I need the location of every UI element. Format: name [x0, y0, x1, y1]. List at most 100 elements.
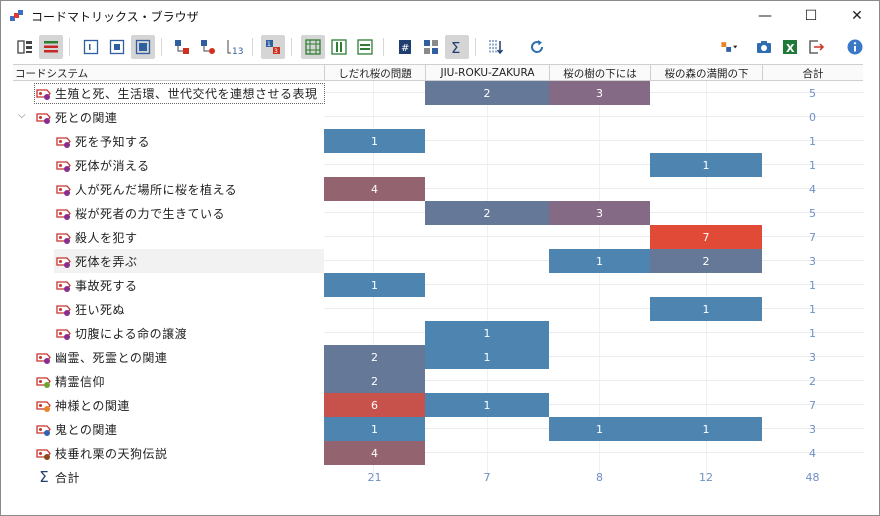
close-button[interactable]: ✕ — [834, 1, 880, 31]
code-label[interactable]: 生殖と死、生活環、世代交代を連想させる表現 — [36, 81, 318, 105]
column-header-4[interactable]: 桜の森の満開の下 — [650, 65, 762, 81]
bars-icon[interactable] — [13, 35, 37, 59]
matrix-header: コードシステム しだれ桜の問題 JIU-ROKU-ZAKURA 桜の樹の下には … — [13, 64, 863, 81]
frame-large-icon[interactable] — [131, 35, 155, 59]
code-label[interactable]: 切腹による命の譲渡 — [56, 321, 187, 345]
code-label[interactable]: 殺人を犯す — [56, 225, 138, 249]
code-tag-icon — [36, 111, 52, 124]
matrix-row[interactable]: 事故死する 1 1 — [1, 273, 879, 297]
code-label[interactable]: 死との関連 — [36, 105, 117, 129]
matrix-cell[interactable]: 1 — [324, 129, 425, 153]
matrix-cell[interactable]: 1 — [425, 321, 549, 345]
code-label[interactable]: 死体を弄ぶ — [56, 249, 138, 273]
hash-icon[interactable]: # — [393, 35, 417, 59]
frame-small-icon[interactable] — [79, 35, 103, 59]
matrix-cell[interactable]: 3 — [549, 81, 650, 105]
code-name: 鬼との関連 — [55, 422, 118, 437]
matrix-row[interactable]: 狂い死ぬ 1 1 — [1, 297, 879, 321]
minimize-button[interactable]: — — [742, 1, 788, 31]
numbered-grid-icon[interactable]: 13 — [261, 35, 285, 59]
matrix-cell[interactable]: 2 — [425, 81, 549, 105]
matrix-row[interactable]: ⌵ 死との関連 0 — [1, 105, 879, 129]
code-tag-icon — [56, 279, 72, 292]
code-label[interactable]: 事故死する — [56, 273, 138, 297]
camera-icon[interactable] — [752, 35, 776, 59]
columns-icon[interactable] — [327, 35, 351, 59]
toolbar-separator — [291, 38, 292, 56]
code-label[interactable]: 鬼との関連 — [36, 417, 117, 441]
matrix-cell[interactable]: 1 — [650, 297, 762, 321]
code-name: 死体が消える — [75, 158, 150, 173]
matrix-cell[interactable]: 1 — [324, 417, 425, 441]
frame-medium-icon[interactable] — [105, 35, 129, 59]
matrix-cell[interactable]: 2 — [324, 345, 425, 369]
matrix-row[interactable]: 幽霊、死霊との関連 2 1 3 — [1, 345, 879, 369]
maximize-button[interactable]: ☐ — [788, 1, 834, 31]
code-label[interactable]: 神様との関連 — [36, 393, 130, 417]
matrix-cell[interactable]: 7 — [650, 225, 762, 249]
matrix-cell[interactable]: 4 — [324, 177, 425, 201]
toolbar-separator — [475, 38, 476, 56]
code-name: 精霊信仰 — [55, 374, 106, 389]
column-total: 21 — [367, 470, 382, 484]
code-label[interactable]: 精霊信仰 — [36, 369, 105, 393]
matrix-row[interactable]: 鬼との関連 1 1 1 3 — [1, 417, 879, 441]
code-label[interactable]: 枝垂れ栗の天狗伝説 — [36, 441, 168, 465]
code-name: 事故死する — [75, 278, 138, 293]
info-icon[interactable] — [843, 35, 867, 59]
matrix-cell[interactable]: 1 — [425, 345, 549, 369]
code-system-header[interactable]: コードシステム — [13, 65, 324, 81]
matrix-cell[interactable]: 1 — [425, 393, 549, 417]
rows-icon[interactable] — [353, 35, 377, 59]
code-matrix-browser-window: コードマトリックス・ブラウザ — ☐ ✕ 13 13 # Σ X コードシステム… — [0, 0, 880, 516]
export-icon[interactable] — [804, 35, 828, 59]
matrix-cell[interactable]: 4 — [324, 441, 425, 465]
matrix-cell[interactable]: 2 — [425, 201, 549, 225]
counter-icon[interactable] — [419, 35, 443, 59]
code-tag-icon — [56, 327, 72, 340]
sort-down-icon[interactable] — [484, 35, 508, 59]
matrix-row[interactable]: 死を予知する 1 1 — [1, 129, 879, 153]
code-tag-icon — [56, 231, 72, 244]
matrix-row[interactable]: 枝垂れ栗の天狗伝説 4 4 — [1, 441, 879, 465]
column-header-total[interactable]: 合計 — [762, 65, 863, 81]
code-label[interactable]: 狂い死ぬ — [56, 297, 125, 321]
column-header-1[interactable]: しだれ桜の問題 — [324, 65, 425, 81]
matrix-cell[interactable]: 3 — [549, 201, 650, 225]
matrix-cell[interactable]: 2 — [324, 369, 425, 393]
matrix-cell[interactable]: 1 — [650, 417, 762, 441]
settings-dropdown-icon[interactable] — [713, 35, 745, 59]
matrix-cell[interactable]: 2 — [650, 249, 762, 273]
matrix-row[interactable]: 死体が消える 1 1 — [1, 153, 879, 177]
column-header-2[interactable]: JIU-ROKU-ZAKURA — [425, 65, 549, 81]
matrix-row[interactable]: 神様との関連 6 1 7 — [1, 393, 879, 417]
matrix-cell[interactable]: 1 — [650, 153, 762, 177]
sigma-icon[interactable]: Σ — [445, 35, 469, 59]
tree-nodes-icon[interactable] — [170, 35, 194, 59]
collapse-chevron-icon[interactable]: ⌵ — [18, 110, 30, 122]
node-branch-icon[interactable] — [196, 35, 220, 59]
list-stripes-icon[interactable] — [39, 35, 63, 59]
code-name: 切腹による命の譲渡 — [75, 326, 188, 341]
code-label[interactable]: 死を予知する — [56, 129, 150, 153]
code-label[interactable]: 幽霊、死霊との関連 — [36, 345, 167, 369]
column-header-3[interactable]: 桜の樹の下には — [549, 65, 650, 81]
matrix-row[interactable]: 殺人を犯す 7 7 — [1, 225, 879, 249]
matrix-cell[interactable]: 1 — [549, 249, 650, 273]
code-label[interactable]: 桜が死者の力で生きている — [56, 201, 225, 225]
matrix-cell[interactable]: 1 — [324, 273, 425, 297]
matrix-row[interactable]: 切腹による命の譲渡 1 1 — [1, 321, 879, 345]
matrix-cell[interactable]: 6 — [324, 393, 425, 417]
refresh-icon[interactable] — [525, 35, 549, 59]
matrix-cell[interactable]: 1 — [549, 417, 650, 441]
matrix-row[interactable]: 人が死んだ場所に桜を植える 4 4 — [1, 177, 879, 201]
excel-icon[interactable]: X — [778, 35, 802, 59]
matrix-row[interactable]: 死体を弄ぶ 1 2 3 — [1, 249, 879, 273]
code-label[interactable]: 死体が消える — [56, 153, 150, 177]
matrix-row[interactable]: 精霊信仰 2 2 — [1, 369, 879, 393]
numbered-sort-icon[interactable]: 13 — [222, 35, 246, 59]
matrix-row[interactable]: 桜が死者の力で生きている 2 3 5 — [1, 201, 879, 225]
code-label[interactable]: 人が死んだ場所に桜を植える — [56, 177, 237, 201]
hash-grid-icon[interactable] — [301, 35, 325, 59]
matrix-row[interactable]: 生殖と死、生活環、世代交代を連想させる表現 2 3 5 — [1, 81, 879, 105]
